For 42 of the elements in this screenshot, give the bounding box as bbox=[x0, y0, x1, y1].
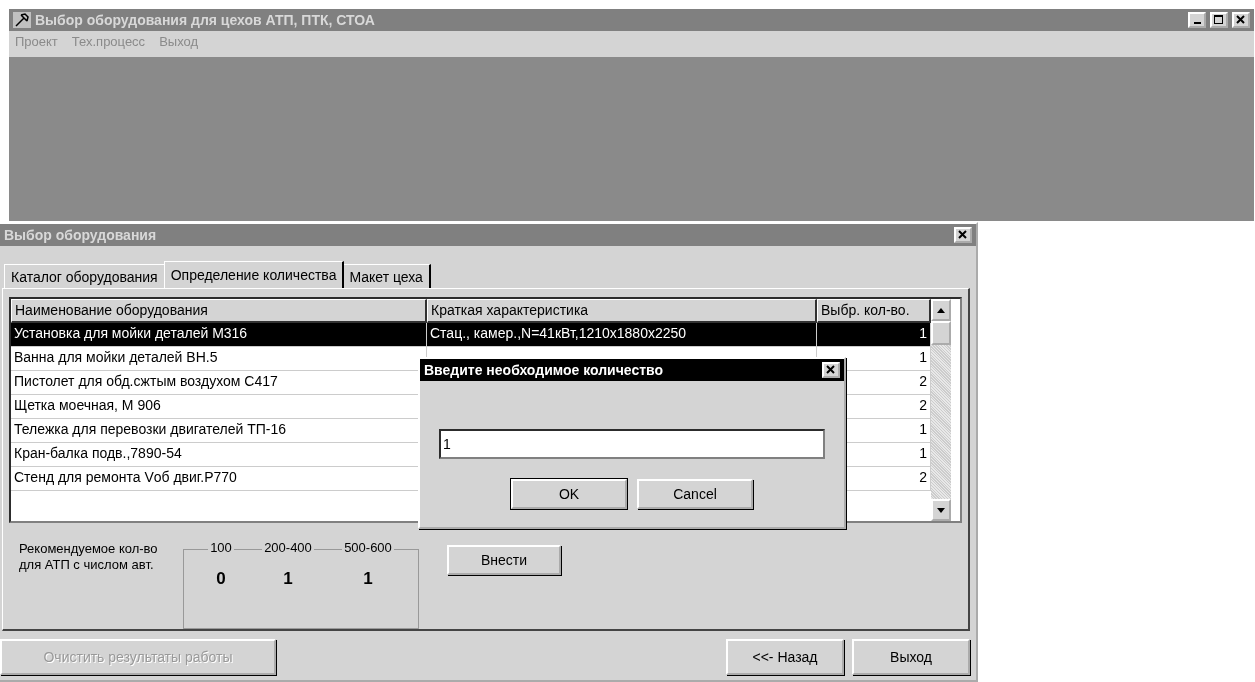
recommended-label: Рекомендуемое кол-во для АТП с числом авт. bbox=[19, 540, 159, 573]
up-arrow-icon bbox=[937, 307, 945, 313]
scroll-thumb[interactable] bbox=[931, 321, 951, 345]
recommended-value: 0 bbox=[216, 569, 226, 589]
down-arrow-icon bbox=[937, 507, 945, 513]
close-icon bbox=[958, 230, 968, 240]
dialog-title: Введите необходимое количество bbox=[424, 362, 664, 378]
table-cell: 1 bbox=[817, 323, 931, 347]
close-button[interactable] bbox=[822, 362, 840, 378]
scroll-up-button[interactable] bbox=[931, 299, 951, 321]
table-cell: Стац., камер.,N=41кВт,1210x1880x2250 bbox=[427, 323, 817, 347]
range-label: 200-400 bbox=[262, 540, 314, 555]
hammer-icon bbox=[13, 12, 31, 28]
range-label: 100 bbox=[208, 540, 234, 555]
maximize-icon bbox=[1214, 15, 1224, 25]
column-header[interactable]: Краткая характеристика bbox=[427, 299, 817, 323]
recommended-value: 1 bbox=[363, 569, 373, 589]
tab[interactable]: Каталог оборудования bbox=[4, 264, 166, 288]
window-title: Выбор оборудования для цехов АТП, ПТК, СТОА bbox=[35, 12, 376, 28]
table-cell[interactable]: Установка для мойки деталей М316 bbox=[11, 323, 427, 347]
tab[interactable]: Макет цеха bbox=[342, 264, 431, 288]
close-button[interactable] bbox=[1232, 12, 1250, 28]
scrollbar[interactable] bbox=[931, 299, 951, 521]
dialog-button[interactable]: Cancel bbox=[637, 479, 753, 509]
recommended-value: 1 bbox=[283, 569, 293, 589]
exit-button[interactable]: Выход bbox=[852, 639, 970, 675]
minimize-button[interactable] bbox=[1188, 12, 1206, 28]
quantity-field[interactable]: 1 bbox=[439, 429, 825, 459]
close-icon bbox=[826, 365, 836, 375]
maximize-button[interactable] bbox=[1210, 12, 1228, 28]
close-button[interactable] bbox=[954, 227, 972, 243]
column-header[interactable]: Наименование оборудования bbox=[11, 299, 427, 323]
close-icon bbox=[1236, 15, 1246, 25]
tab[interactable]: Определение количества bbox=[163, 261, 345, 288]
minimize-icon bbox=[1193, 22, 1201, 24]
column-header[interactable]: Выбр. кол-во. bbox=[817, 299, 931, 323]
back-button[interactable]: <<- Назад bbox=[726, 639, 844, 675]
window-title: Выбор оборудования bbox=[4, 227, 158, 243]
range-label: 500-600 bbox=[342, 540, 394, 555]
dialog-button[interactable]: OK bbox=[511, 479, 627, 509]
submit-button[interactable]: Внести bbox=[447, 545, 561, 575]
scroll-down-button[interactable] bbox=[931, 499, 951, 521]
